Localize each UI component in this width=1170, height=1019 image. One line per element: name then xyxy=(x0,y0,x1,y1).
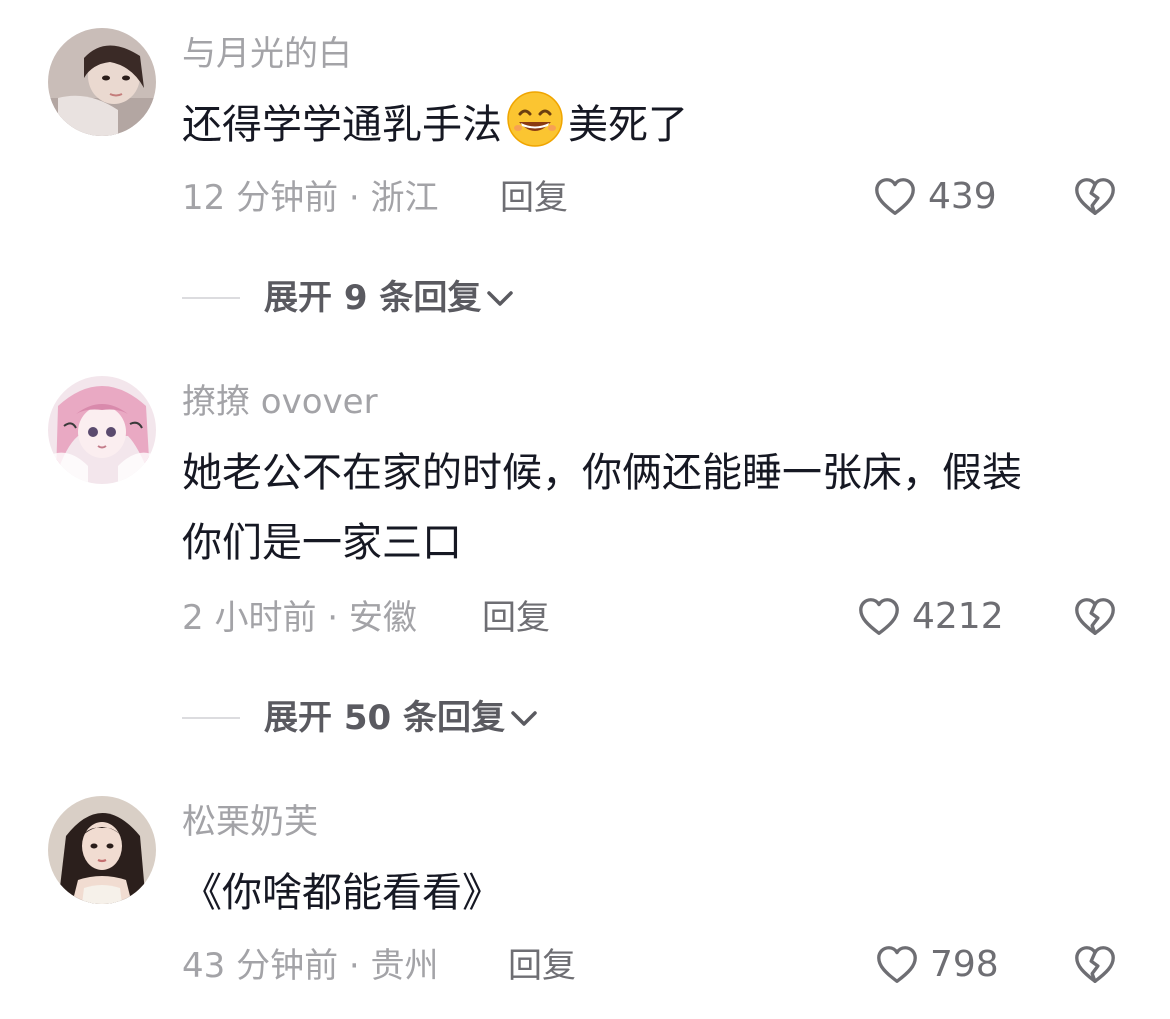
reply-button[interactable]: 回复 xyxy=(508,946,576,986)
grinning-sweat-emoji-icon xyxy=(506,90,564,148)
expand-replies-button[interactable]: 展开 9 条回复 xyxy=(182,278,517,318)
comment-username[interactable]: 松栗奶芙 xyxy=(182,802,318,842)
expand-replies-button[interactable]: 展开 50 条回复 xyxy=(182,698,541,738)
avatar[interactable] xyxy=(48,28,156,136)
broken-heart-icon[interactable] xyxy=(1072,594,1118,640)
comment-username[interactable]: 与月光的白 xyxy=(182,34,352,74)
divider-line xyxy=(182,297,240,299)
comment-list: 与月光的白 还得学学通乳手法 美死了 12 分钟前 · 浙江 回复 439 展开… xyxy=(0,0,1170,1019)
heart-outline-icon xyxy=(859,598,899,635)
comment-text-part: 还得学学通乳手法 xyxy=(182,102,502,148)
heart-outline-icon xyxy=(877,946,917,983)
like-button[interactable]: 4212 xyxy=(856,594,1004,640)
broken-heart-icon[interactable] xyxy=(1072,942,1118,988)
like-count: 439 xyxy=(928,176,997,217)
comment-text-part: 美死了 xyxy=(568,102,688,148)
expand-replies-label: 展开 50 条回复 xyxy=(264,698,505,738)
comment-text: 《你啥都能看看》 xyxy=(182,870,502,916)
comment-meta: 12 分钟前 · 浙江 xyxy=(182,178,439,218)
comment-text-line: 她老公不在家的时候，你俩还能睡一张床，假装 xyxy=(182,450,1022,496)
like-button[interactable]: 439 xyxy=(872,174,997,220)
comment-text: 还得学学通乳手法 美死了 xyxy=(182,90,1132,160)
expand-replies-label: 展开 9 条回复 xyxy=(264,278,482,318)
like-count: 4212 xyxy=(912,596,1004,637)
like-button[interactable]: 798 xyxy=(874,942,999,988)
comment-username[interactable]: 撩撩 ovover xyxy=(182,382,378,422)
comment-meta: 2 小时前 · 安徽 xyxy=(182,598,417,638)
heart-outline-icon xyxy=(875,178,915,215)
chevron-down-icon xyxy=(511,711,537,726)
divider-line xyxy=(182,717,240,719)
comment-text-line: 你们是一家三口 xyxy=(182,520,462,566)
comment-text: 她老公不在家的时候，你俩还能睡一张床，假装 你们是一家三口 xyxy=(182,438,1132,578)
like-count: 798 xyxy=(930,944,999,985)
comment-meta: 43 分钟前 · 贵州 xyxy=(182,946,439,986)
reply-button[interactable]: 回复 xyxy=(482,598,550,638)
avatar[interactable] xyxy=(48,796,156,904)
avatar[interactable] xyxy=(48,376,156,484)
reply-button[interactable]: 回复 xyxy=(500,178,568,218)
broken-heart-icon[interactable] xyxy=(1072,174,1118,220)
chevron-down-icon xyxy=(487,291,514,306)
